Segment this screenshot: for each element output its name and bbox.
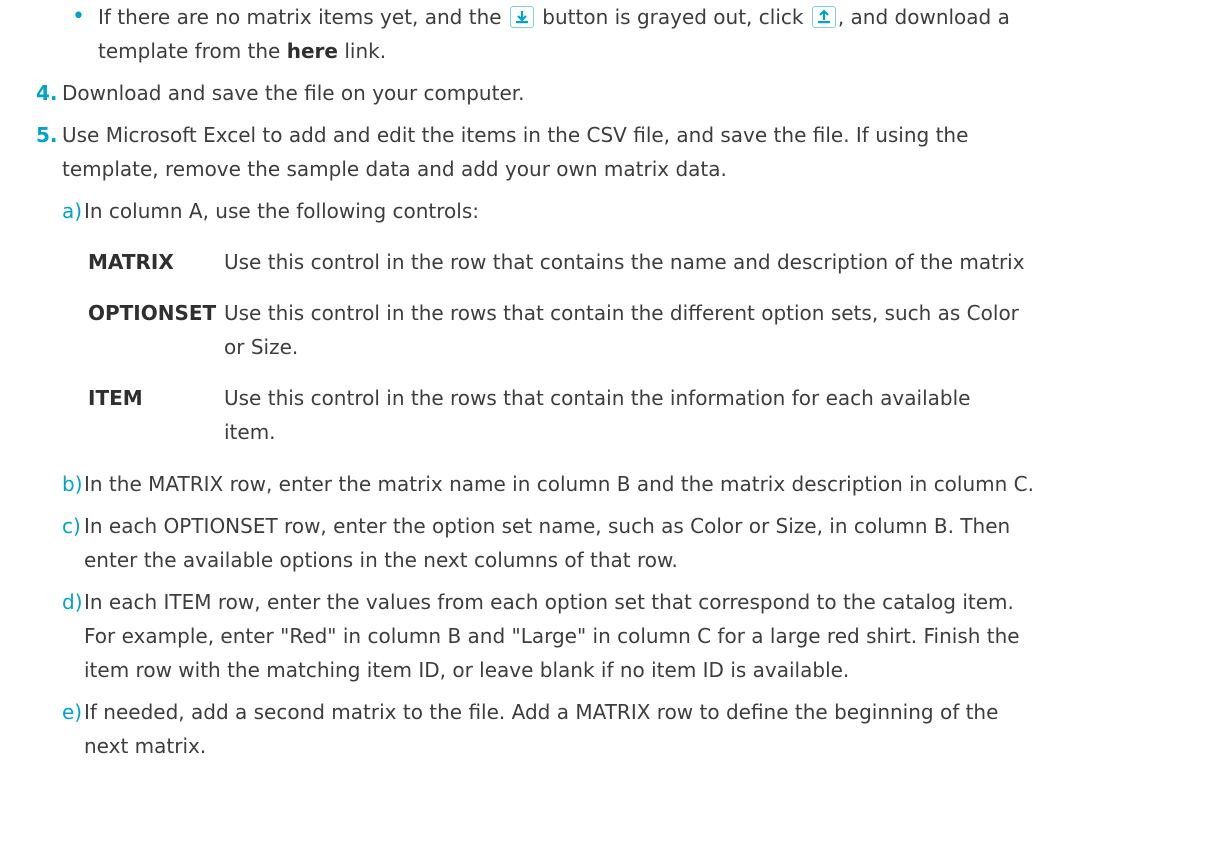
substep-c-letter: c)	[62, 514, 81, 538]
bullet-text-2: button is grayed out, click	[542, 5, 804, 29]
control-term-item: ITEM	[88, 386, 143, 410]
step-5-line-1: Use Microsoft Excel to add and edit the …	[62, 123, 969, 147]
control-term-matrix: MATRIX	[88, 250, 174, 274]
control-desc-optionset-1: Use this control in the rows that contai…	[224, 301, 1019, 325]
step-4-number: 4.	[36, 81, 58, 105]
control-term-optionset: OPTIONSET	[88, 301, 217, 325]
control-desc-optionset-2: or Size.	[224, 335, 299, 359]
download-icon[interactable]	[509, 6, 534, 28]
bullet-text-4: template from the	[98, 39, 281, 63]
step-5-line-2: template, remove the sample data and add…	[62, 157, 727, 181]
substep-d-line-1: In each ITEM row, enter the values from …	[84, 590, 1014, 614]
substep-e-line-2: next matrix.	[84, 734, 207, 758]
bullet-line-2: template from the here link.	[98, 34, 386, 68]
substep-e-line-1: If needed, add a second matrix to the fi…	[84, 700, 999, 724]
substep-d-letter: d)	[62, 590, 83, 614]
bullet-text-5: link.	[344, 39, 387, 63]
substep-a-letter: a)	[62, 199, 83, 223]
bullet-glyph: •	[72, 4, 85, 29]
substep-c-line-1: In each OPTIONSET row, enter the option …	[84, 514, 1011, 538]
control-desc-item-2: item.	[224, 420, 276, 444]
bullet-text-1: If there are no matrix items yet, and th…	[98, 5, 502, 29]
substep-b-letter: b)	[62, 472, 83, 496]
substep-e-letter: e)	[62, 700, 83, 724]
bullet-line-1: If there are no matrix items yet, and th…	[98, 0, 1010, 34]
step-5-number: 5.	[36, 123, 58, 147]
step-4-text: Download and save the file on your compu…	[62, 81, 525, 105]
substep-c-line-2: enter the available options in the next …	[84, 548, 678, 572]
control-desc-matrix: Use this control in the row that contain…	[224, 250, 1025, 274]
bullet-text-3: , and download a	[837, 5, 1010, 29]
substep-d-line-2: For example, enter "Red" in column B and…	[84, 624, 1020, 648]
substep-b-text: In the MATRIX row, enter the matrix name…	[84, 472, 1034, 496]
upload-icon[interactable]	[811, 6, 836, 28]
here-link[interactable]: here	[287, 39, 338, 63]
substep-d-line-3: item row with the matching item ID, or l…	[84, 658, 850, 682]
control-desc-item-1: Use this control in the rows that contai…	[224, 386, 971, 410]
substep-a-text: In column A, use the following controls:	[84, 199, 479, 223]
